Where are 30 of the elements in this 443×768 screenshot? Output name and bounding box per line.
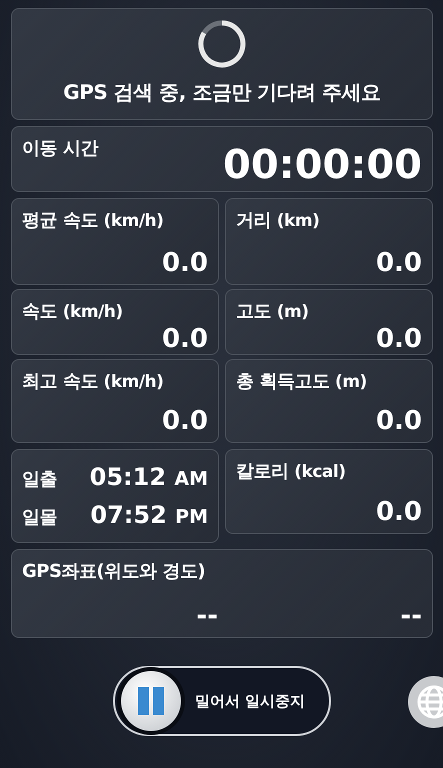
stat-label: 속도 (km/h) xyxy=(22,300,124,324)
sun-time: 07:52 PM xyxy=(90,500,208,531)
longitude-value: -- xyxy=(399,603,422,629)
status-message: GPS 검색 중, 조금만 기다려 주세요 xyxy=(63,79,381,106)
stat-label: 평균 속도 (km/h) xyxy=(22,209,164,233)
sun-label: 일몰 xyxy=(22,506,57,530)
stat-value: 0.0 xyxy=(374,250,422,276)
sun-time: 05:12 AM xyxy=(90,462,208,493)
pause-icon xyxy=(136,685,166,717)
stat-label: 고도 (m) xyxy=(236,300,310,324)
stat-value: 0.0 xyxy=(160,326,208,352)
pause-knob[interactable] xyxy=(121,671,181,731)
slider-label: 밀어서 일시중지 xyxy=(195,690,306,712)
stat-value: 0.0 xyxy=(160,250,208,276)
stat-value: 0.0 xyxy=(160,408,208,434)
slide-to-pause-slider[interactable]: 밀어서 일시중지 xyxy=(113,666,331,736)
sun-label: 일출 xyxy=(22,468,57,492)
globe-icon[interactable] xyxy=(406,674,443,730)
gps-label: GPS좌표(위도와 경도) xyxy=(22,560,206,584)
stat-value: 0.0 xyxy=(374,499,422,525)
moving-time-value: 00:00:00 xyxy=(223,145,422,185)
stat-value: 0.0 xyxy=(374,408,422,434)
stat-value: 0.0 xyxy=(374,326,422,352)
latitude-value: -- xyxy=(195,603,219,629)
moving-time-label: 이동 시간 xyxy=(22,137,98,161)
stat-label: 최고 속도 (km/h) xyxy=(22,370,164,394)
stat-label: 칼로리 (kcal) xyxy=(236,460,347,484)
loading-spinner-icon xyxy=(197,19,247,69)
stat-label: 거리 (km) xyxy=(236,209,320,233)
stat-label: 총 획득고도 (m) xyxy=(236,370,368,394)
